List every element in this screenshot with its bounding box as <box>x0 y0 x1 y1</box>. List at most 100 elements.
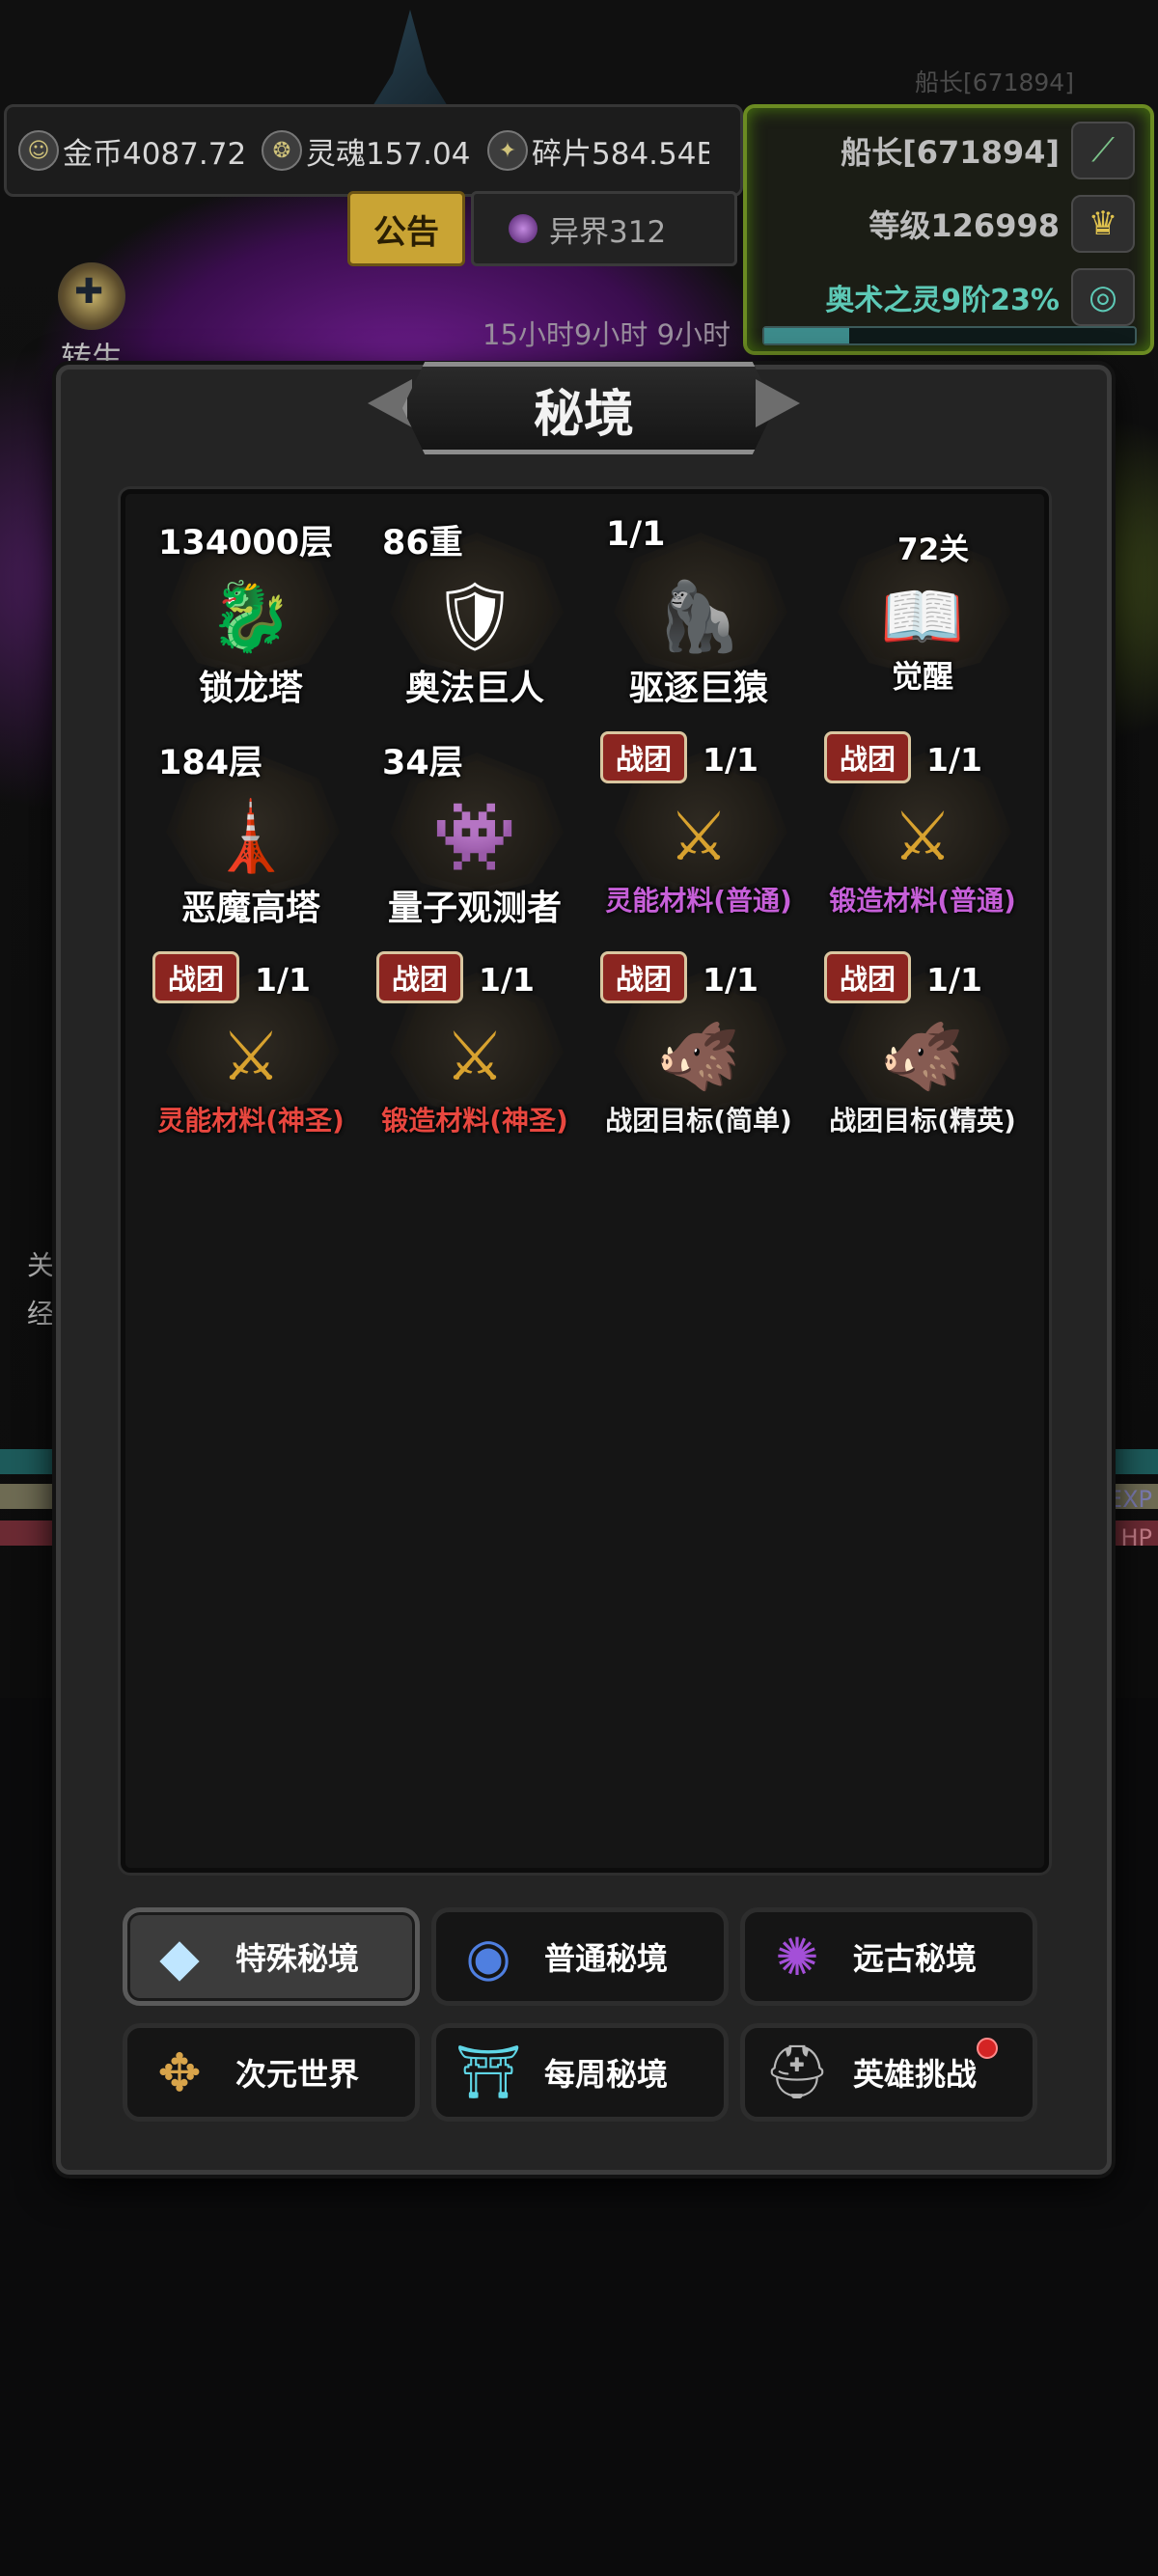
realm-grid: 🐉 134000层 锁龙塔 🛡 86重 奥法巨人 🦍 1/1 驱逐巨猿 📖 72… <box>121 489 1049 1873</box>
otherworld-label: 异界312 <box>549 214 667 250</box>
realm-tile-demon-tower[interactable]: 🗼 184层 恶魔高塔 <box>145 729 357 937</box>
arcane-level: 奥术之灵9阶23% <box>825 284 1060 317</box>
coin-icon: ☺ <box>18 130 59 171</box>
tile-name: 锻造材料(神圣) <box>381 1105 568 1137</box>
beast-icon: 🐗 <box>880 1017 965 1096</box>
gold-currency: ☺ 金币4087.72 <box>18 129 250 173</box>
tile-name: 锁龙塔 <box>198 669 303 708</box>
realm-tile-psionic-normal[interactable]: ⚔ 战团 1/1 灵能材料(普通) <box>593 729 805 937</box>
tile-count: 1/1 <box>606 515 666 554</box>
exp-label: EXP <box>1107 1486 1152 1513</box>
player-info-panel[interactable]: 船长[671894] ⟋ 等级126998 ♛ 奥术之灵9阶23% ◎ <box>743 104 1154 355</box>
dialog-title: 秘境 <box>533 386 634 444</box>
fragment-icon: ✦ <box>487 130 528 171</box>
soul-amount: 灵魂157.04 <box>306 136 471 172</box>
tile-count: 34层 <box>382 744 463 782</box>
crystal-icon: ◆ <box>159 1926 200 1987</box>
realm-tile-arcane-giant[interactable]: 🛡 86重 奥法巨人 <box>369 509 581 717</box>
tile-count: 184层 <box>158 744 263 782</box>
player-name: 船长[671894] <box>841 134 1060 171</box>
player-level-row: 等级126998 ♛ <box>868 195 1135 253</box>
player-name-row: 船长[671894] ⟋ <box>841 122 1135 179</box>
realm-tile-psionic-holy[interactable]: ⚔ 战团 1/1 灵能材料(神圣) <box>145 949 357 1157</box>
tab-label: 特殊秘境 <box>235 1940 360 1977</box>
arcane-progress-bar <box>762 326 1137 345</box>
tab-label: 每周秘境 <box>544 2056 669 2093</box>
tile-count: 86重 <box>382 524 463 562</box>
realm-tile-forge-normal[interactable]: ⚔ 战团 1/1 锻造材料(普通) <box>816 729 1029 937</box>
rebirth-button[interactable]: 转生 <box>39 262 145 378</box>
tile-count: 134000层 <box>158 524 334 562</box>
ape-icon: 🦍 <box>656 577 741 656</box>
legion-badge: 战团 <box>376 951 463 1003</box>
dragon-icon: 🐉 <box>208 577 293 656</box>
giant-icon: 🛡 <box>431 577 518 656</box>
crystal-shard-decoration <box>367 10 454 116</box>
claw-icon: ⟋ <box>1071 122 1135 179</box>
side-label-2: 经 <box>27 1298 55 1329</box>
side-label-1: 关 <box>27 1249 55 1281</box>
tile-ratio: 1/1 <box>926 961 982 999</box>
tile-name: 战团目标(简单) <box>605 1105 792 1137</box>
tab-normal-realm[interactable]: ◉ 普通秘境 <box>431 1907 729 2006</box>
tab-label: 普通秘境 <box>544 1940 669 1977</box>
player-level: 等级126998 <box>868 207 1060 244</box>
dialog-title-plate: 秘境 <box>368 350 800 456</box>
background-timer-text: 15小时9小时 9小时 <box>482 318 731 351</box>
hp-label: HP <box>1120 1524 1152 1551</box>
arcane-progress-fill <box>764 328 850 343</box>
tab-dimension-world[interactable]: ✥ 次元世界 <box>123 2023 420 2122</box>
beast-icon: 🐗 <box>656 1017 741 1096</box>
tab-weekly-realm[interactable]: ⛩ 每周秘境 <box>431 2023 729 2122</box>
otherworld-tab[interactable]: 异界312 <box>471 191 737 266</box>
tab-special-realm[interactable]: ◆ 特殊秘境 <box>123 1907 420 2006</box>
bottom-empty-area <box>0 2171 1158 2576</box>
currency-bar: ☺ 金币4087.72 ❂ 灵魂157.04 ✦ 碎片584.54B <box>4 104 743 197</box>
realm-tile-dragon-tower[interactable]: 🐉 134000层 锁龙塔 <box>145 509 357 717</box>
scythe-icon: ⚔ <box>444 1017 506 1096</box>
rebirth-icon <box>58 262 125 330</box>
scythe-icon: ⚔ <box>892 797 953 876</box>
tile-name: 奥法巨人 <box>404 669 544 708</box>
fragment-amount: 碎片584.54B <box>532 136 709 172</box>
realm-tile-forge-holy[interactable]: ⚔ 战团 1/1 锻造材料(神圣) <box>369 949 581 1157</box>
notice-tab[interactable]: 公告 <box>347 191 465 266</box>
tile-ratio: 1/1 <box>255 961 311 999</box>
arcane-row: 奥术之灵9阶23% ◎ <box>825 268 1135 326</box>
crown-icon: ♛ <box>1071 195 1135 253</box>
tile-ratio: 1/1 <box>703 961 758 999</box>
secret-realm-dialog: 秘境 🐉 134000层 锁龙塔 🛡 86重 奥法巨人 🦍 1/1 驱逐巨猿 📖… <box>56 362 1112 2175</box>
tile-name: 觉醒 <box>891 658 953 695</box>
tile-name: 量子观测者 <box>387 889 562 928</box>
swirl-icon: ◎ <box>1071 268 1135 326</box>
realm-tile-giant-ape[interactable]: 🦍 1/1 驱逐巨猿 <box>593 509 805 717</box>
cyan-shrine-icon: ⛩ <box>455 2042 522 2102</box>
tab-ancient-realm[interactable]: ✺ 远古秘境 <box>740 1907 1037 2006</box>
legion-badge: 战团 <box>824 951 911 1003</box>
tab-label: 远古秘境 <box>853 1940 978 1977</box>
soul-icon: ❂ <box>262 130 302 171</box>
background-captain-label: 船长[671894] <box>915 69 1074 96</box>
tile-name: 驱逐巨猿 <box>628 669 768 708</box>
scythe-icon: ⚔ <box>668 797 730 876</box>
tile-ratio: 1/1 <box>926 741 982 779</box>
cross-gem-icon: ✥ <box>157 2042 202 2103</box>
realm-tile-legion-easy[interactable]: 🐗 战团 1/1 战团目标(简单) <box>593 949 805 1157</box>
realm-tile-legion-elite[interactable]: 🐗 战团 1/1 战团目标(精英) <box>816 949 1029 1157</box>
tower-icon: 🗼 <box>208 797 293 876</box>
legion-badge: 战团 <box>152 951 239 1003</box>
tile-ratio: 1/1 <box>479 961 535 999</box>
tile-name: 恶魔高塔 <box>180 889 320 928</box>
realm-tile-awakening[interactable]: 📖 72关 觉醒 <box>816 509 1029 717</box>
tile-name: 灵能材料(神圣) <box>157 1105 345 1137</box>
blue-orb-icon: ◉ <box>465 1926 511 1987</box>
tab-hero-challenge[interactable]: ⛑ 英雄挑战 <box>740 2023 1037 2122</box>
book-icon: 📖 <box>880 577 965 656</box>
fragment-currency: ✦ 碎片584.54B <box>487 129 709 173</box>
tile-ratio: 1/1 <box>703 741 758 779</box>
tab-label: 英雄挑战 <box>853 2056 978 2093</box>
purple-vortex-icon: ✺ <box>775 1926 819 1987</box>
realm-tile-quantum-observer[interactable]: 👾 34层 量子观测者 <box>369 729 581 937</box>
tab-label: 次元世界 <box>235 2056 360 2093</box>
soul-currency: ❂ 灵魂157.04 <box>262 129 476 173</box>
